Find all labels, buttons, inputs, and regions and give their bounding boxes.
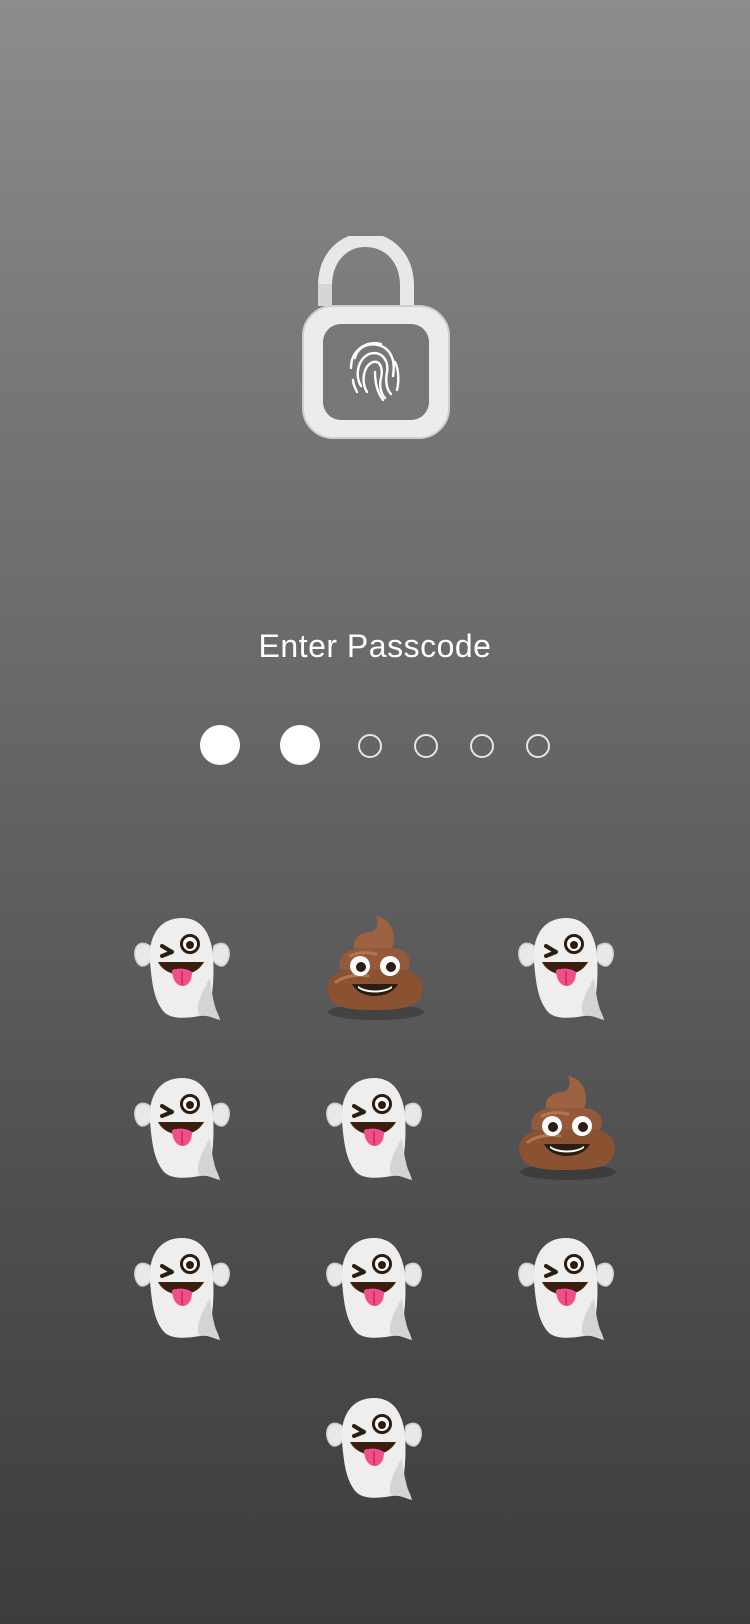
ghost-emoji-icon <box>122 1228 242 1348</box>
ghost-emoji-icon <box>506 908 626 1028</box>
keypad-key-9-ghost[interactable] <box>506 1228 626 1348</box>
ghost-emoji-icon <box>314 1228 434 1348</box>
poop-emoji-icon <box>506 1068 626 1188</box>
keypad-key-1-ghost[interactable] <box>122 908 242 1028</box>
passcode-dot-3 <box>358 734 382 758</box>
keypad-key-8-ghost[interactable] <box>314 1228 434 1348</box>
keypad-key-3-ghost[interactable] <box>506 908 626 1028</box>
keypad-key-6-poop[interactable] <box>506 1068 626 1188</box>
ghost-emoji-icon <box>122 1068 242 1188</box>
page-title: Enter Passcode <box>258 628 492 664</box>
ghost-emoji-icon <box>314 1388 434 1508</box>
keypad-key-2-poop[interactable] <box>314 908 434 1028</box>
keypad-key-5-ghost[interactable] <box>314 1068 434 1188</box>
passcode-dot-4 <box>414 734 438 758</box>
keypad-key-7-ghost[interactable] <box>122 1228 242 1348</box>
passcode-dot-5 <box>470 734 494 758</box>
keypad-key-4-ghost[interactable] <box>122 1068 242 1188</box>
unlocked-padlock-icon <box>295 232 455 446</box>
poop-emoji-icon <box>314 908 434 1028</box>
ghost-emoji-icon <box>122 908 242 1028</box>
passcode-dot-1 <box>200 725 240 765</box>
passcode-dot-6 <box>526 734 550 758</box>
keypad-key-0-ghost[interactable] <box>314 1388 434 1508</box>
ghost-emoji-icon <box>314 1068 434 1188</box>
ghost-emoji-icon <box>506 1228 626 1348</box>
passcode-dot-2 <box>280 725 320 765</box>
